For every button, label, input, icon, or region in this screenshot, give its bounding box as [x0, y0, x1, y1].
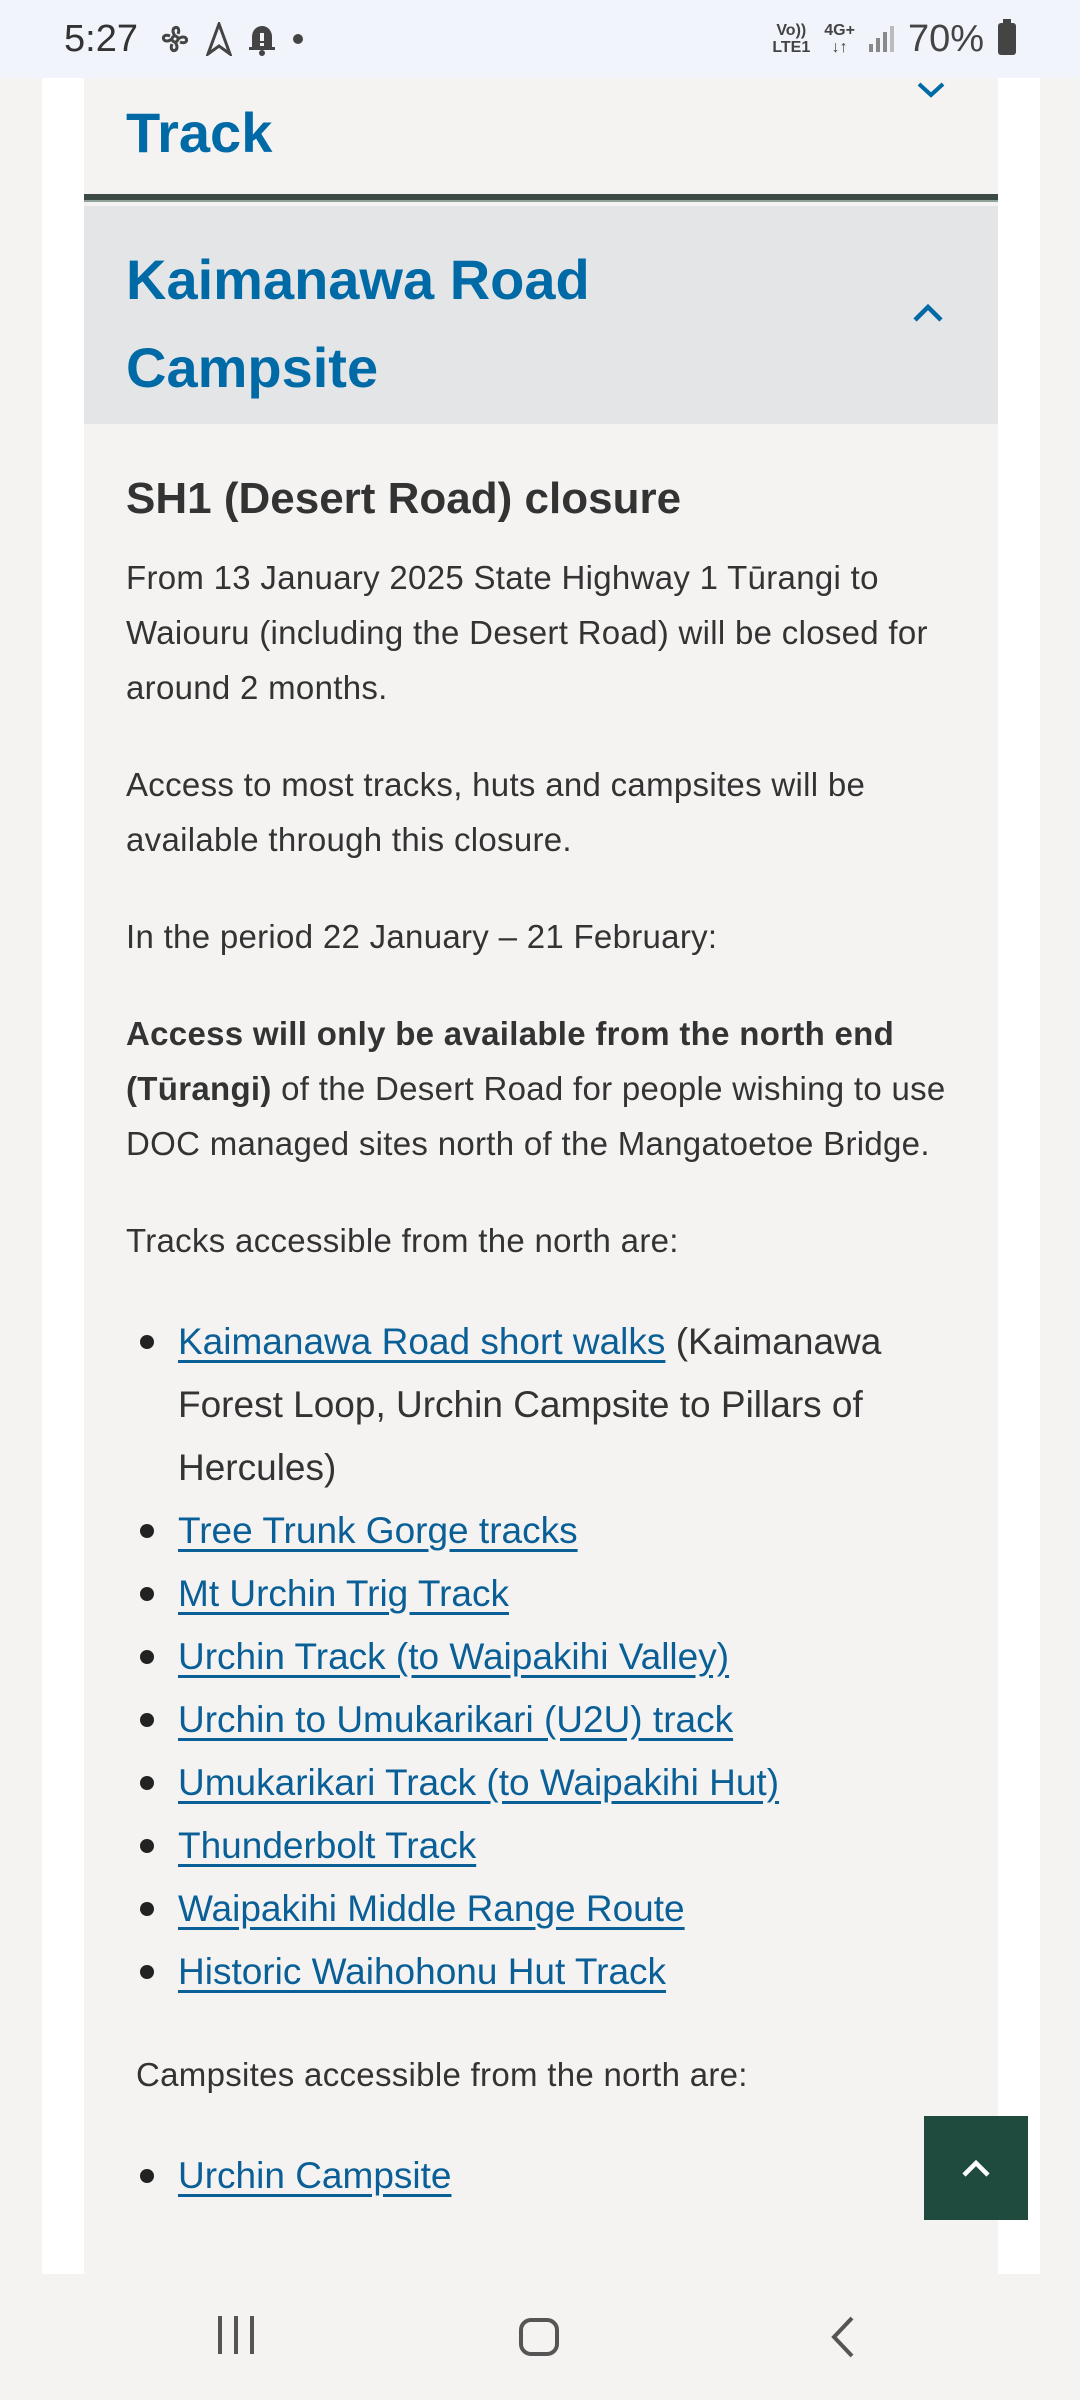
status-bar: 5:27 Vo)) LTE1 4G+ ↓↑ 70% [0, 0, 1080, 78]
dot-icon [292, 34, 303, 44]
back-to-top-button[interactable] [924, 2116, 1028, 2220]
accordion-title-track: Track [126, 101, 273, 164]
accordion-title: Kaimanawa Road Campsite [126, 248, 590, 399]
track-link[interactable]: Mt Urchin Trig Track [178, 1573, 509, 1614]
list-item: Urchin to Umukarikari (U2U) track [126, 1688, 956, 1751]
list-item: Kaimanawa Road short walks (Kaimanawa Fo… [126, 1310, 956, 1499]
track-link[interactable]: Umukarikari Track (to Waipakihi Hut) [178, 1762, 779, 1803]
list-item: Thunderbolt Track [126, 1814, 956, 1877]
battery-icon [998, 19, 1016, 55]
list-item: Tree Trunk Gorge tracks [126, 1499, 956, 1562]
track-link[interactable]: Kaimanawa Road short walks [178, 1321, 665, 1362]
chevron-up-icon [913, 303, 943, 322]
track-link[interactable]: Urchin to Umukarikari (U2U) track [178, 1699, 733, 1740]
status-time: 5:27 [64, 17, 138, 60]
signal-strength-icon [868, 26, 894, 52]
track-link[interactable]: Thunderbolt Track [178, 1825, 476, 1866]
accordion-header-kaimanawa-road-campsite[interactable]: Kaimanawa Road Campsite [84, 206, 998, 424]
track-link[interactable]: Tree Trunk Gorge tracks [178, 1510, 578, 1551]
accordion-item-track[interactable]: Track [84, 78, 998, 194]
track-link[interactable]: Urchin Track (to Waipakihi Valley) [178, 1636, 729, 1677]
track-link[interactable]: Waipakihi Middle Range Route [178, 1888, 685, 1929]
campsites-list: Urchin Campsite [126, 2144, 956, 2207]
list-item: Urchin Track (to Waipakihi Valley) [126, 1625, 956, 1688]
navigation-arrow-icon [205, 22, 232, 56]
home-button[interactable] [519, 2318, 559, 2356]
status-notification-icons [158, 22, 304, 56]
list-item: Mt Urchin Trig Track [126, 1562, 956, 1625]
list-item: Waipakihi Middle Range Route [126, 1877, 956, 1940]
notification-bell-icon [248, 26, 275, 56]
tracks-intro: Tracks accessible from the north are: [126, 1222, 679, 1259]
battery-percent: 70% [907, 17, 984, 60]
fan-icon [161, 26, 188, 52]
chevron-down-icon [917, 82, 945, 98]
system-navigation-bar [0, 2274, 1080, 2400]
volte-indicator: Vo)) LTE1 [772, 22, 811, 56]
list-item: Historic Waihohonu Hut Track [126, 1940, 956, 2003]
track-link[interactable]: Historic Waihohonu Hut Track [178, 1951, 666, 1992]
arrow-up-icon [962, 2159, 990, 2177]
tracks-list: Kaimanawa Road short walks (Kaimanawa Fo… [126, 1310, 956, 2003]
list-item: Umukarikari Track (to Waipakihi Hut) [126, 1751, 956, 1814]
closure-heading: SH1 (Desert Road) closure [126, 474, 682, 523]
page-background: Track Kaimanawa Road Campsite SH1 (Deser… [42, 78, 1040, 2274]
closure-paragraph-4: Access will only be available from the n… [126, 1006, 956, 1171]
data-indicator: 4G+ ↓↑ [824, 22, 855, 56]
status-system-icons: Vo)) LTE1 4G+ ↓↑ 70% [772, 18, 1016, 61]
campsites-intro: Campsites accessible from the north are: [136, 2056, 748, 2093]
recent-apps-button[interactable] [218, 2316, 254, 2354]
closure-paragraph-3: In the period 22 January – 21 February: [126, 918, 718, 955]
campsite-link[interactable]: Urchin Campsite [178, 2155, 451, 2196]
closure-paragraph-1: From 13 January 2025 State Highway 1 Tūr… [126, 559, 928, 706]
accordion-content: SH1 (Desert Road) closure From 13 Januar… [84, 424, 998, 2207]
back-button[interactable] [828, 2314, 858, 2360]
list-item: Urchin Campsite [126, 2144, 956, 2207]
accordion-divider [84, 194, 998, 202]
closure-paragraph-2: Access to most tracks, huts and campsite… [126, 766, 866, 858]
accordion-panel: Track Kaimanawa Road Campsite SH1 (Deser… [84, 78, 998, 2274]
